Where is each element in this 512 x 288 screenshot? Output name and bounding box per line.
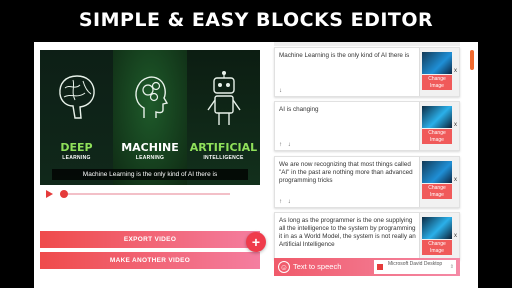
reorder-arrows-icon[interactable]: ↑ ↓ [279,199,293,205]
export-video-button[interactable]: EXPORT VIDEO [40,231,260,248]
chevron-updown-icon: ⇕ [449,264,454,270]
close-icon[interactable]: x [454,68,457,74]
preview-caption: Machine Learning is the only kind of AI … [52,169,248,180]
block-image-column: Change Image x [419,157,459,207]
change-image-button[interactable]: Change Image [422,184,452,199]
block-thumbnail [422,217,452,239]
text-block[interactable]: Machine Learning is the only kind of AI … [274,47,460,97]
progress-track[interactable] [60,193,230,195]
block-text[interactable]: Machine Learning is the only kind of AI … [279,52,417,60]
reorder-arrows-icon[interactable]: ↑ ↓ [279,142,293,148]
video-preview[interactable]: DEEP LEARNING MACHINE LEARNING ARTIFICIA… [40,50,260,185]
text-block[interactable]: As long as the programmer is the one sup… [274,212,460,260]
panel-big-label: MACHINE [121,141,179,154]
text-to-speech-bar: ☺ Text to speech Microsoft David Desktop… [274,258,460,276]
panel-big-label: DEEP [60,141,93,154]
block-text[interactable]: AI is changing [279,106,417,114]
block-image-column: Change Image x [419,102,459,150]
preview-panel-machine-learning: MACHINE LEARNING [113,50,187,185]
blocks-top-strip [274,42,460,46]
page-headline: SIMPLE & EASY BLOCKS EDITOR [78,9,434,31]
change-image-button[interactable]: Change Image [422,75,452,90]
voice-select[interactable]: Microsoft David Desktop ⇕ [374,260,456,274]
brain-icon [58,75,95,119]
microphone-icon[interactable]: ☺ [278,261,290,273]
voice-select-value: Microsoft David Desktop [388,261,443,267]
change-image-button[interactable]: Change Image [422,240,452,255]
block-text[interactable]: We are now recognizing that most things … [279,161,417,185]
play-icon[interactable] [46,190,53,198]
block-image-column: Change Image x [419,48,459,96]
head-gears-icon [135,76,169,118]
preview-panel-artificial-intelligence: ARTIFICIAL INTELLIGENCE [187,50,260,185]
close-icon[interactable]: x [454,177,457,183]
progress-knob[interactable] [60,190,69,198]
preview-pane: DEEP LEARNING MACHINE LEARNING ARTIFICIA… [34,42,273,288]
text-block[interactable]: We are now recognizing that most things … [274,156,460,208]
close-icon[interactable]: x [454,233,457,239]
panel-big-label: ARTIFICIAL [189,141,258,154]
tts-label: Text to speech [293,262,342,271]
panel-small-label: LEARNING [135,155,165,161]
editor-window: DEEP LEARNING MACHINE LEARNING ARTIFICIA… [34,42,478,288]
robot-icon [206,71,241,125]
panel-small-label: INTELLIGENCE [203,155,244,161]
close-icon[interactable]: x [454,122,457,128]
panel-small-label: LEARNING [62,155,91,161]
block-thumbnail [422,161,452,183]
blocks-pane: Machine Learning is the only kind of AI … [266,42,478,288]
add-block-button[interactable]: + [246,232,266,252]
block-text[interactable]: As long as the programmer is the one sup… [279,217,417,249]
playback-bar: 1 [40,187,273,201]
preview-panel-deep-learning: DEEP LEARNING [40,50,113,185]
block-image-column: Change Image x [419,213,459,259]
blocks-scrollbar[interactable] [470,50,474,70]
speaker-icon [377,264,383,270]
reorder-arrows-icon[interactable]: ↓ [279,88,284,94]
text-block[interactable]: AI is changing ↑ ↓ Change Image x [274,101,460,151]
block-thumbnail [422,52,452,74]
make-another-video-button[interactable]: MAKE ANOTHER VIDEO [40,252,260,269]
change-image-button[interactable]: Change Image [422,129,452,144]
block-thumbnail [422,106,452,128]
